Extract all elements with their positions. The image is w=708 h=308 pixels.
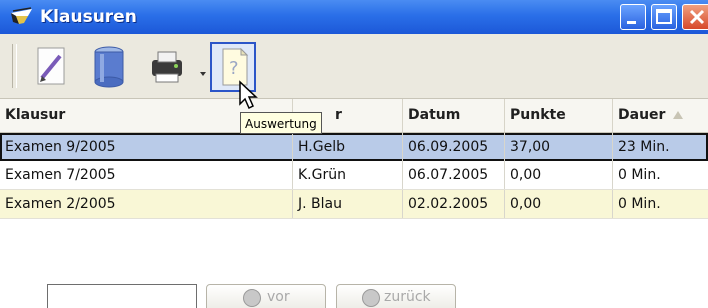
cell-datum: 06.09.2005 bbox=[403, 133, 505, 161]
back-button-label: zurück bbox=[384, 289, 431, 305]
column-header-punkte[interactable]: Punkte bbox=[505, 99, 613, 132]
cell-punkte: 0,00 bbox=[505, 161, 613, 189]
edit-button[interactable] bbox=[28, 42, 74, 92]
cell-dauer: 23 Min. bbox=[618, 139, 670, 155]
print-button[interactable] bbox=[146, 42, 192, 92]
close-button[interactable] bbox=[682, 4, 708, 30]
cell-author: J. Blau bbox=[293, 190, 403, 218]
minimize-button[interactable] bbox=[620, 4, 646, 30]
klausuren-window: Klausuren ? Klausur r Datum Punkte Dauer… bbox=[0, 0, 708, 308]
printer-icon bbox=[152, 51, 182, 83]
mouse-cursor-icon bbox=[239, 80, 258, 110]
search-input[interactable] bbox=[47, 284, 197, 308]
maximize-icon bbox=[656, 9, 672, 24]
svg-text:?: ? bbox=[229, 58, 239, 79]
cell-klausur: Examen 9/2005 bbox=[0, 133, 293, 161]
next-button[interactable]: vor bbox=[206, 284, 326, 308]
toolbar: ? bbox=[0, 34, 708, 99]
cell-author: H.Gelb bbox=[293, 133, 403, 161]
column-header-datum[interactable]: Datum bbox=[403, 99, 505, 132]
app-icon bbox=[11, 7, 32, 24]
table-header: Klausur r Datum Punkte Dauer bbox=[0, 99, 708, 133]
table-row[interactable]: Examen 9/2005 H.Gelb 06.09.2005 37,00 23… bbox=[0, 133, 708, 161]
database-button[interactable] bbox=[86, 42, 132, 92]
column-header-dauer[interactable]: Dauer bbox=[613, 99, 708, 132]
back-button[interactable]: zurück bbox=[336, 284, 456, 308]
table-row[interactable]: Examen 2/2005 J. Blau 02.02.2005 0,00 0 … bbox=[0, 190, 708, 219]
cell-datum: 02.02.2005 bbox=[403, 190, 505, 218]
back-arrow-icon bbox=[362, 289, 380, 307]
print-dropdown-arrow[interactable] bbox=[200, 72, 206, 76]
minimize-icon bbox=[627, 21, 636, 24]
sort-ascending-icon bbox=[673, 111, 683, 119]
cell-punkte: 37,00 bbox=[505, 133, 613, 161]
title-bar[interactable]: Klausuren bbox=[0, 0, 708, 34]
maximize-button[interactable] bbox=[651, 4, 677, 30]
window-title: Klausuren bbox=[40, 7, 137, 27]
next-arrow-icon bbox=[243, 289, 261, 307]
database-icon bbox=[94, 46, 124, 88]
cell-datum: 06.07.2005 bbox=[403, 161, 505, 189]
cell-dauer: 0 Min. bbox=[618, 196, 661, 212]
cell-klausur: Examen 2/2005 bbox=[0, 190, 293, 218]
cell-dauer: 0 Min. bbox=[618, 167, 661, 183]
table-row[interactable]: Examen 7/2005 K.Grün 06.07.2005 0,00 0 M… bbox=[0, 161, 708, 190]
edit-document-icon bbox=[37, 47, 65, 85]
cell-klausur: Examen 7/2005 bbox=[0, 161, 293, 189]
toolbar-grip[interactable] bbox=[12, 44, 17, 88]
cell-punkte: 0,00 bbox=[505, 190, 613, 218]
cell-author: K.Grün bbox=[293, 161, 403, 189]
close-icon bbox=[689, 9, 705, 25]
tooltip: Auswertung bbox=[240, 112, 322, 134]
next-button-label: vor bbox=[267, 289, 290, 305]
